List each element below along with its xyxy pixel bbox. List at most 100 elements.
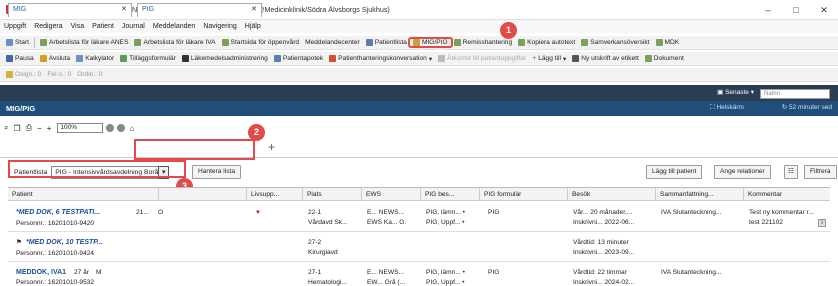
ews-value[interactable]: E... NEWS...: [363, 268, 420, 277]
menu-hjalp[interactable]: Hjälp: [241, 23, 265, 30]
table-header: Patient Livsupp... Plats EWS PIG bes... …: [8, 188, 830, 201]
comment[interactable]: Test ny kommentar r...: [745, 208, 825, 217]
copy-icon[interactable]: ❐: [13, 124, 20, 133]
toolbar-mdk[interactable]: MDK: [653, 39, 683, 46]
column-patient[interactable]: Patient: [8, 188, 158, 201]
toolbar-meddelandecenter[interactable]: Meddelandecenter: [302, 39, 363, 46]
close-icon[interactable]: ✕: [251, 4, 257, 16]
column-blank[interactable]: [158, 188, 246, 201]
search-input[interactable]: Namn: [760, 89, 830, 99]
manage-list-button[interactable]: Hantera lista: [192, 165, 242, 179]
columns-icon[interactable]: ☷: [784, 165, 798, 179]
overview-icon: [581, 39, 589, 46]
summary[interactable]: IVA Slutanteckning...: [657, 208, 743, 217]
close-button[interactable]: ✕: [810, 0, 838, 20]
recent-dropdown[interactable]: ▣ Senaste ▾: [717, 88, 754, 96]
visit-admission: Inskrivni... 2024-02...: [573, 279, 635, 286]
life-support-icon: ♥: [256, 209, 260, 216]
toolbar-remisshantering[interactable]: Remisshantering: [451, 39, 515, 46]
comment-2[interactable]: test 221102: [745, 218, 809, 227]
pig-form[interactable]: PIG: [484, 208, 499, 217]
info-icon[interactable]: i: [814, 218, 826, 227]
patient-age: 21...: [136, 209, 149, 216]
referral-icon: [453, 39, 461, 46]
visit-admission: Inskrivni... 2022-06...: [573, 219, 635, 226]
toolbar-patientapotek[interactable]: Patientapotek: [271, 55, 326, 62]
toolbar-start[interactable]: Start: [3, 39, 32, 46]
add-tab-icon[interactable]: +: [268, 139, 275, 155]
minimize-button[interactable]: –: [754, 0, 782, 20]
home-icon[interactable]: ⌂: [129, 124, 134, 133]
toolbar-dokument[interactable]: Dokument: [642, 55, 687, 62]
pig-status-2[interactable]: PIG, Uppf... •: [422, 218, 479, 227]
toolbar-arbetslista-anes[interactable]: Arbetslista för läkare ANES: [37, 39, 132, 46]
print-icon[interactable]: ⎙: [26, 123, 32, 133]
patient-pnr: Personnr.: 16201010-9532: [16, 279, 95, 286]
patient-name[interactable]: *MED DOK, 6 TESTPATI...: [12, 208, 132, 217]
osign-counter[interactable]: Osign.: 0: [3, 71, 44, 78]
column-pig-formular[interactable]: PIG formulär: [479, 188, 567, 201]
filter-button[interactable]: Filtrera: [804, 165, 837, 179]
column-ews[interactable]: EWS: [361, 188, 420, 201]
patient-name[interactable]: *MED DOK, 10 TESTP...: [22, 238, 134, 247]
recent-icon: ▣: [717, 89, 726, 96]
toolbar-pausa[interactable]: Pausa: [3, 55, 37, 62]
pause-icon: [6, 55, 13, 62]
toolbar-avsluta[interactable]: Avsluta: [37, 55, 74, 62]
toolbar-samverkansoversikt[interactable]: Samverkansöversikt: [578, 39, 652, 46]
refresh-button[interactable]: ↻ 52 minuter sed: [782, 104, 832, 111]
toolbar-actions: Pausa Avsluta Kalkylator Tilläggsformulä…: [0, 52, 838, 66]
menu-patient[interactable]: Patient: [88, 23, 118, 30]
pig-status[interactable]: PIG, lämn... •: [422, 268, 479, 277]
menu-journal[interactable]: Journal: [118, 23, 149, 30]
toolbar-startsida-oppenvard[interactable]: Startsida för öppenvård: [219, 39, 303, 46]
forward-icon[interactable]: [117, 124, 126, 132]
view-header-tools: ⛶ Helskärm ↻ 52 minuter sed: [710, 103, 832, 112]
column-livsupp[interactable]: Livsupp...: [246, 188, 302, 201]
toolbar-ny-utskrift-etikett[interactable]: Ny utskrift av etikett: [569, 55, 642, 62]
column-plats[interactable]: Plats: [302, 188, 361, 201]
menu-uppgift[interactable]: Uppgift: [0, 23, 30, 30]
zoom-out-icon[interactable]: −: [37, 124, 42, 133]
menu-visa[interactable]: Visa: [67, 23, 89, 30]
toolbar-kopiera-autotext[interactable]: Kopiera autotext: [515, 39, 578, 46]
column-kommentar[interactable]: Kommentar: [743, 188, 830, 201]
toolbar-tillaggsformular[interactable]: Tilläggsformulär: [117, 55, 179, 62]
binoculars-icon[interactable]: ⌕: [4, 123, 8, 133]
summary[interactable]: IVA Slutanteckning...: [657, 268, 743, 277]
column-sammanfattning[interactable]: Sammanfattning...: [655, 188, 743, 201]
row-divider: [8, 261, 830, 262]
tab-mig[interactable]: MIG ✕: [8, 3, 132, 17]
patient-age: 27 år: [74, 269, 90, 276]
pharmacy-icon: [273, 55, 281, 62]
toolbar-kalkylator[interactable]: Kalkylator: [73, 55, 117, 62]
toolbar-lakemedelsadministrering[interactable]: Läkemedelsadministrering: [179, 55, 271, 62]
ews-value[interactable]: E... NEWS...: [363, 208, 420, 217]
close-icon[interactable]: ✕: [121, 4, 127, 16]
fel-counter[interactable]: Fel n.: 0: [44, 71, 74, 78]
menu-redigera[interactable]: Redigera: [30, 23, 66, 30]
tab-pig[interactable]: PIG ✕: [137, 3, 262, 17]
menu-navigering[interactable]: Navigering: [199, 23, 240, 30]
ordin-counter[interactable]: Ordin.: 0: [74, 71, 105, 78]
column-besok[interactable]: Besök: [567, 188, 655, 201]
toolbar-lagg-till[interactable]: + Lägg till ▾: [529, 55, 569, 63]
toolbar-patienthanteringskonversation[interactable]: Patienthanteringskonversation ▾: [326, 55, 435, 63]
exit-icon: [39, 55, 47, 62]
zoom-in-icon[interactable]: +: [47, 124, 52, 133]
column-pig-bes[interactable]: PIG bes...: [420, 188, 479, 201]
zoom-select[interactable]: 100%: [57, 123, 104, 133]
toolbar-patientlista[interactable]: Patientlista: [363, 39, 410, 46]
conversation-icon: [329, 55, 337, 62]
add-patient-button[interactable]: Lägg till patient: [646, 165, 703, 179]
toolbar-arbetslista-iva[interactable]: Arbetslista för läkare IVA: [131, 39, 218, 46]
maximize-button[interactable]: □: [782, 0, 810, 20]
set-relations-button[interactable]: Ange relationer: [714, 165, 771, 179]
toolbar-mig-pig[interactable]: MIG/PIG: [408, 37, 453, 48]
pig-status-2[interactable]: PIG, Uppf... •: [422, 278, 479, 286]
menu-meddelanden[interactable]: Meddelanden: [149, 23, 199, 30]
fullscreen-button[interactable]: ⛶ Helskärm: [710, 104, 744, 111]
back-icon[interactable]: [106, 124, 115, 132]
pig-form[interactable]: PIG: [484, 268, 499, 277]
pig-status[interactable]: PIG, lämn... •: [422, 208, 479, 217]
